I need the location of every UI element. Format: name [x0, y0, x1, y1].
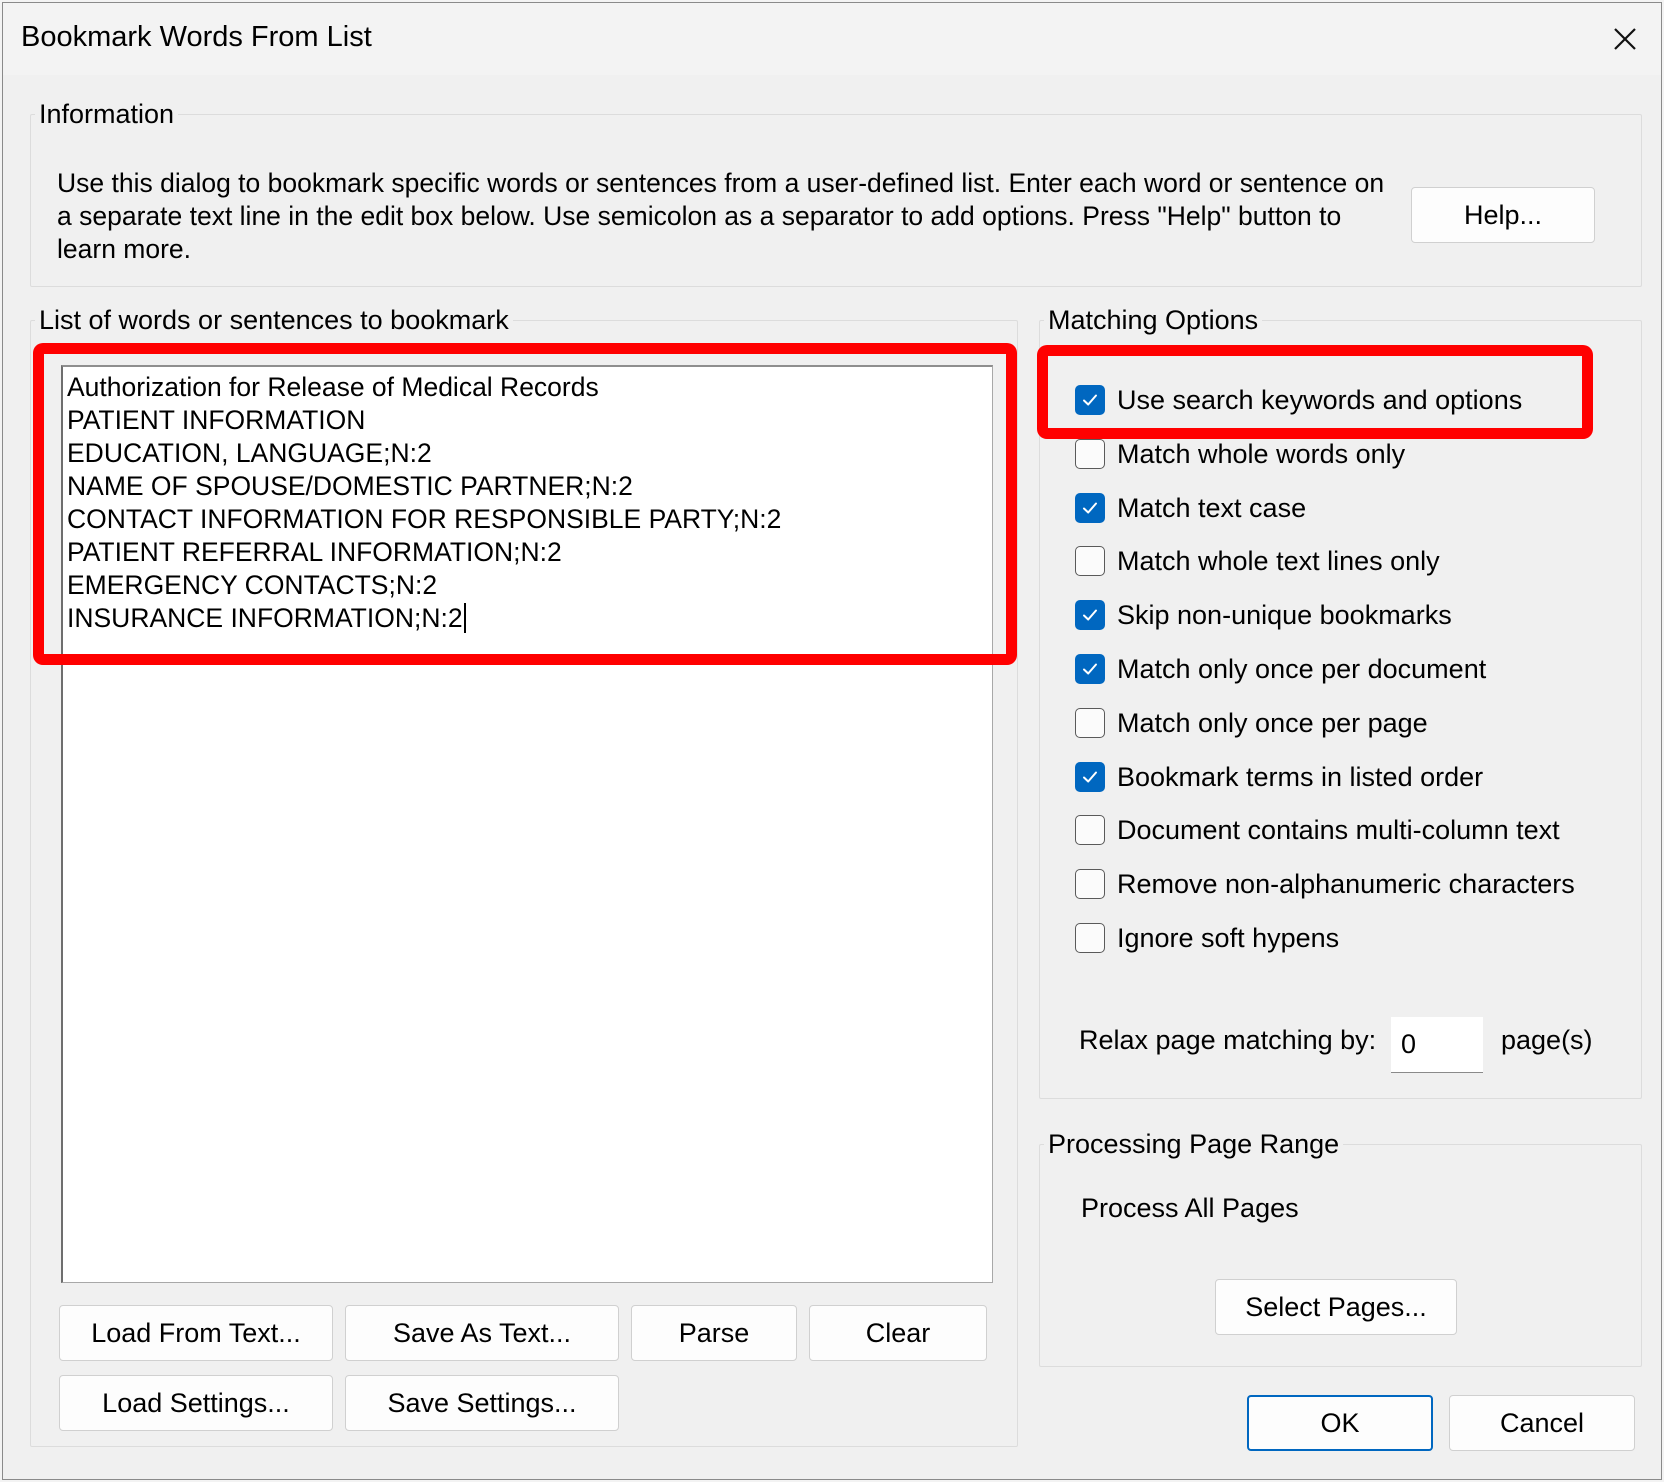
option-row[interactable]: Bookmark terms in listed order: [1075, 760, 1483, 794]
close-icon: [1614, 28, 1636, 50]
option-label: Skip non-unique bookmarks: [1117, 599, 1452, 630]
option-row[interactable]: Document contains multi-column text: [1075, 813, 1560, 847]
relax-page-unit: page(s): [1501, 1025, 1593, 1055]
option-checkbox[interactable]: [1075, 708, 1105, 738]
highlight-list-box: [33, 343, 1017, 665]
option-checkbox[interactable]: [1075, 762, 1105, 792]
option-checkbox[interactable]: [1075, 439, 1105, 469]
information-text: Use this dialog to bookmark specific wor…: [57, 168, 1385, 264]
option-row[interactable]: Ignore soft hypens: [1075, 921, 1339, 955]
option-row[interactable]: Match text case: [1075, 491, 1306, 525]
information-group: Information Use this dialog to bookmark …: [30, 99, 1642, 287]
close-button[interactable]: [1589, 3, 1661, 75]
option-row[interactable]: Remove non-alphanumeric characters: [1075, 867, 1575, 901]
option-label: Match text case: [1117, 492, 1307, 523]
matching-options-legend: Matching Options: [1048, 305, 1259, 335]
clear-button[interactable]: Clear: [809, 1305, 987, 1361]
option-row[interactable]: Skip non-unique bookmarks: [1075, 598, 1452, 632]
cancel-button[interactable]: Cancel: [1449, 1395, 1635, 1451]
option-label: Match only once per page: [1117, 707, 1428, 738]
page-range-status: Process All Pages: [1081, 1193, 1299, 1223]
checkmark-icon: [1083, 663, 1097, 675]
option-label: Match whole words only: [1117, 438, 1406, 469]
option-checkbox[interactable]: [1075, 869, 1105, 899]
relax-page-input[interactable]: [1391, 1017, 1483, 1073]
option-label: Document contains multi-column text: [1117, 814, 1560, 845]
option-checkbox[interactable]: [1075, 815, 1105, 845]
option-label: Ignore soft hypens: [1117, 922, 1340, 953]
option-checkbox[interactable]: [1075, 654, 1105, 684]
page-range-legend: Processing Page Range: [1048, 1129, 1340, 1159]
save-as-text-button[interactable]: Save As Text...: [345, 1305, 619, 1361]
information-legend: Information: [39, 99, 175, 129]
checkmark-icon: [1083, 771, 1097, 783]
option-label: Remove non-alphanumeric characters: [1117, 868, 1575, 899]
option-row[interactable]: Match only once per page: [1075, 706, 1428, 740]
bookmark-dialog: Bookmark Words From List Information Use…: [2, 2, 1662, 1480]
load-settings-button[interactable]: Load Settings...: [59, 1375, 333, 1431]
title-bar: Bookmark Words From List: [3, 3, 1661, 75]
option-checkbox[interactable]: [1075, 546, 1105, 576]
save-settings-button[interactable]: Save Settings...: [345, 1375, 619, 1431]
option-row[interactable]: Match whole text lines only: [1075, 544, 1440, 578]
option-row[interactable]: Match whole words only: [1075, 437, 1405, 471]
option-checkbox[interactable]: [1075, 923, 1105, 953]
highlight-keywords-box: [1037, 345, 1593, 439]
option-checkbox[interactable]: [1075, 493, 1105, 523]
option-label: Match only once per document: [1117, 653, 1487, 684]
parse-button[interactable]: Parse: [631, 1305, 797, 1361]
window-title: Bookmark Words From List: [21, 21, 372, 53]
option-row[interactable]: Match only once per document: [1075, 652, 1486, 686]
help-button[interactable]: Help...: [1411, 187, 1595, 243]
relax-page-label: Relax page matching by:: [1079, 1025, 1377, 1055]
checkmark-icon: [1083, 609, 1097, 621]
ok-button[interactable]: OK: [1247, 1395, 1433, 1451]
checkmark-icon: [1083, 502, 1097, 514]
load-from-text-button[interactable]: Load From Text...: [59, 1305, 333, 1361]
select-pages-button[interactable]: Select Pages...: [1215, 1279, 1457, 1335]
word-list-legend: List of words or sentences to bookmark: [39, 305, 509, 335]
option-label: Match whole text lines only: [1117, 545, 1440, 576]
option-checkbox[interactable]: [1075, 600, 1105, 630]
option-label: Bookmark terms in listed order: [1117, 761, 1484, 792]
